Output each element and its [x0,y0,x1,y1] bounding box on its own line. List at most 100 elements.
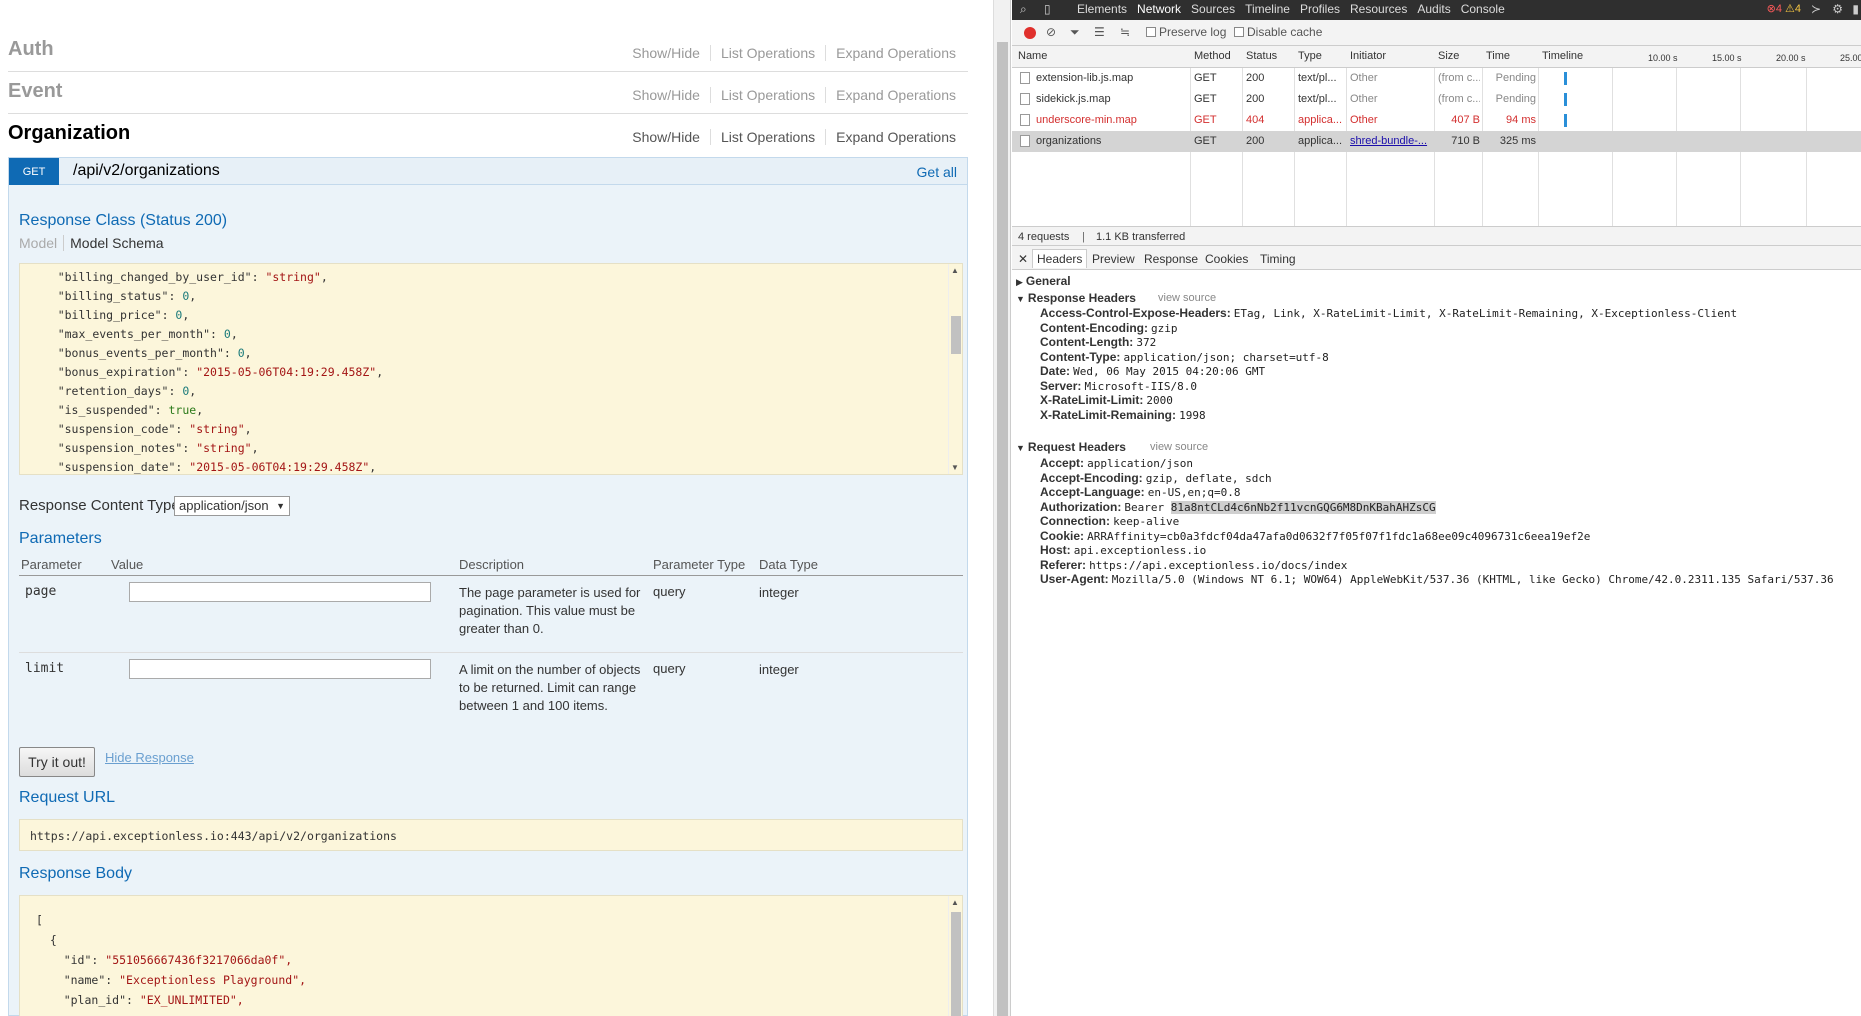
parameters-table: Parameter Value Description Parameter Ty… [19,553,963,730]
col-type[interactable]: Type [1298,50,1322,62]
console-drawer-icon[interactable]: ≻ [1811,2,1821,16]
request-headers-section[interactable]: ▼ Request Headers [1016,440,1126,454]
resource-name[interactable]: Event [8,80,62,103]
col-timeline[interactable]: Timeline [1542,50,1583,62]
operation-path[interactable]: /api/v2/organizations [73,162,220,180]
tab-model-schema[interactable]: Model Schema [64,235,169,251]
model-schema-code: "billing_changed_by_user_id": "string", … [30,268,383,474]
parameters-title: Parameters [19,530,102,547]
response-headers-section[interactable]: ▼ Response Headers [1016,291,1136,305]
request-initiator[interactable]: shred-bundle-... [1350,135,1432,147]
tab-timing[interactable]: Timing [1260,252,1296,266]
filter-icon[interactable]: ⏷ [1070,25,1080,40]
show-hide-link[interactable]: Show/Hide [622,129,711,145]
request-initiator[interactable]: Other [1350,114,1432,126]
request-type: text/pl... [1298,72,1337,84]
view-source-link[interactable]: view source [1158,292,1216,304]
col-status[interactable]: Status [1246,50,1277,62]
response-body-scrollbar[interactable]: ▲ [948,896,962,1016]
view-source-link[interactable]: view source [1150,441,1208,453]
header-line: Access-Control-Expose-Headers: ETag, Lin… [1040,306,1737,320]
list-operations-link[interactable]: List Operations [711,45,827,61]
page-scrollbar[interactable] [993,0,1011,1016]
scroll-thumb[interactable] [951,316,961,354]
tab-resources[interactable]: Resources [1345,2,1412,16]
page-input[interactable] [129,582,431,602]
tab-profiles[interactable]: Profiles [1295,2,1345,16]
tab-timeline[interactable]: Timeline [1240,2,1295,16]
header-value: application/json [1087,457,1194,470]
try-it-out-button[interactable]: Try it out! [19,747,95,777]
response-body-line: { [36,930,306,950]
expand-operations-link[interactable]: Expand Operations [826,87,956,103]
expand-operations-link[interactable]: Expand Operations [826,45,956,61]
console-status[interactable]: ⊗4 ⚠4 [1767,2,1801,15]
schema-line: "suspension_date": "2015-05-06T04:19:29.… [57,460,377,474]
scroll-thumb[interactable] [951,912,961,1016]
network-request-row[interactable]: underscore-min.map GET 404 applica... Other 4… [1012,110,1861,131]
resource-name[interactable]: Organization [8,122,130,145]
show-hide-link[interactable]: Show/Hide [622,45,711,61]
preserve-log-checkbox[interactable]: Preserve log [1146,25,1226,39]
resource-event: Event Show/Hide List Operations Expand O… [8,72,968,114]
network-toolbar: ⊘ ⏷ ☰ ≒ Preserve log Disable cache [1012,20,1861,46]
col-size[interactable]: Size [1438,50,1459,62]
tab-elements[interactable]: Elements [1072,2,1132,16]
scroll-up-icon[interactable]: ▲ [951,266,959,275]
list-operations-link[interactable]: List Operations [711,87,827,103]
http-method-badge[interactable]: GET [9,158,59,186]
operation-header[interactable]: GET /api/v2/organizations Get all [8,157,968,186]
inspect-search-icon[interactable]: ⌕ [1020,2,1027,17]
scroll-up-icon[interactable]: ▲ [951,898,959,907]
tab-audits[interactable]: Audits [1412,2,1455,16]
response-content-type-select[interactable]: application/json ▼ [174,496,290,516]
tab-cookies[interactable]: Cookies [1205,252,1248,266]
list-view-icon[interactable]: ☰ [1094,25,1105,39]
device-mode-icon[interactable]: ▯ [1044,2,1051,16]
header-value: keep-alive [1113,515,1180,528]
disable-cache-checkbox[interactable]: Disable cache [1234,25,1322,39]
col-value: Value [111,557,144,572]
tab-headers[interactable]: Headers [1032,249,1088,268]
list-operations-link[interactable]: List Operations [711,129,827,145]
general-section[interactable]: ▶ General [1016,274,1071,288]
col-time[interactable]: Time [1486,50,1510,62]
record-icon[interactable] [1024,27,1036,39]
tab-preview[interactable]: Preview [1092,252,1135,266]
tab-response[interactable]: Response [1144,252,1198,266]
dock-icon[interactable]: ▮ [1852,2,1859,16]
limit-input[interactable] [129,659,431,679]
gear-icon[interactable]: ⚙ [1832,2,1843,16]
schema-scrollbar[interactable]: ▲ ▼ [948,264,962,474]
schema-line: "max_events_per_month": 0, [57,327,238,341]
col-initiator[interactable]: Initiator [1350,50,1386,62]
network-request-row[interactable]: organizations GET 200 applica... shred-bundl… [1012,131,1861,152]
resource-organization: Organization Show/Hide List Operations E… [8,114,968,156]
scroll-thumb[interactable] [997,42,1008,1016]
resource-auth: Auth Show/Hide List Operations Expand Op… [8,30,968,72]
clear-icon[interactable]: ⊘ [1046,25,1056,39]
col-name[interactable]: Name [1018,50,1047,62]
scroll-down-icon[interactable]: ▼ [951,463,959,472]
request-initiator[interactable]: Other [1350,72,1432,84]
header-name: Accept-Encoding: [1040,470,1143,485]
tab-network[interactable]: Network [1132,2,1186,16]
resource-name[interactable]: Auth [8,38,54,61]
tab-console[interactable]: Console [1456,2,1510,16]
show-hide-link[interactable]: Show/Hide [622,87,711,103]
file-icon [1020,135,1030,147]
col-method[interactable]: Method [1194,50,1231,62]
request-initiator[interactable]: Other [1350,93,1432,105]
waterfall-icon[interactable]: ≒ [1120,25,1130,39]
devtools-toolbar: ⌕ ▯ Elements Network Sources Timeline Pr… [1012,0,1861,20]
response-body-line: "plan_id": "EX_UNLIMITED", [63,993,244,1007]
tab-sources[interactable]: Sources [1186,2,1240,16]
network-request-row[interactable]: extension-lib.js.map GET 200 text/pl... Othe… [1012,68,1861,89]
hide-response-link[interactable]: Hide Response [105,750,194,765]
close-icon[interactable]: ✕ [1018,252,1028,266]
tab-model[interactable]: Model [19,235,65,251]
expand-operations-link[interactable]: Expand Operations [826,129,956,145]
network-request-row[interactable]: sidekick.js.map GET 200 text/pl... Other (fro… [1012,89,1861,110]
timeline-bar [1564,72,1567,85]
operation-summary[interactable]: Get all [917,164,957,180]
